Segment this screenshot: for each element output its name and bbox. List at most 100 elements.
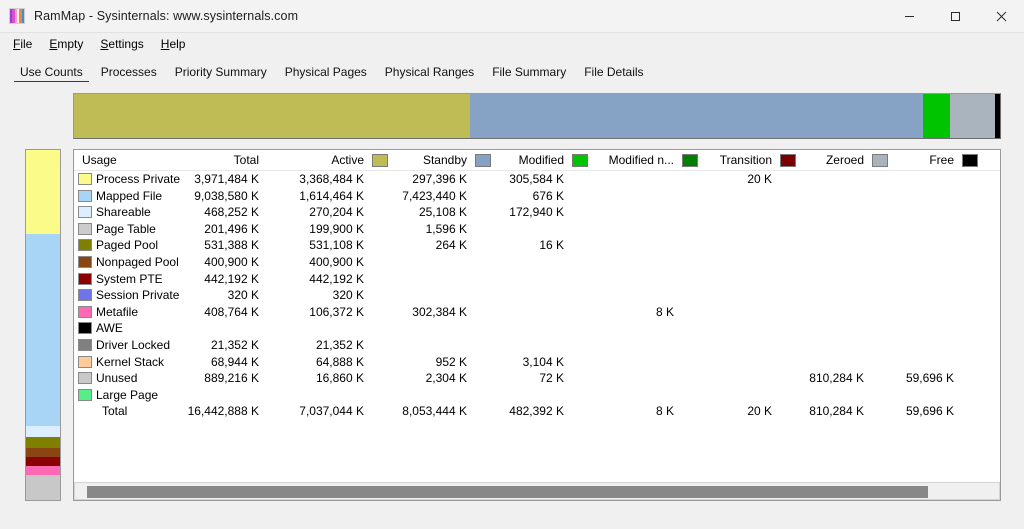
row-color-swatch-icon xyxy=(78,189,92,202)
cell-active: 320 K xyxy=(332,288,364,303)
cell-active: 16,860 K xyxy=(315,371,364,386)
window-title: RamMap - Sysinternals: www.sysinternals.… xyxy=(34,9,299,23)
table-row[interactable]: Metafile 408,764 K 106,372 K 302,384 K 8 K xyxy=(74,304,1000,321)
cell-modified: 172,940 K xyxy=(509,205,564,220)
table-total-row: Total 16,442,888 K 7,037,044 K 8,053,444 K4… xyxy=(74,403,1000,420)
column-free-swatch-icon xyxy=(962,154,978,167)
row-color-swatch-icon xyxy=(78,206,92,219)
use-counts-table: Usage Total Active Standby Modified Modified … xyxy=(74,150,1000,420)
row-usage-label: Large Page xyxy=(96,387,159,402)
horizontal-scrollbar[interactable] xyxy=(74,482,1000,500)
tab-bar: Use Counts Processes Priority Summary Physi… xyxy=(0,59,1024,83)
row-color-swatch-icon xyxy=(78,338,92,351)
row-color-swatch-icon xyxy=(78,388,92,401)
total-active: 7,037,044 K xyxy=(299,404,364,419)
row-color-swatch-icon xyxy=(78,255,92,268)
row-color-swatch-icon xyxy=(78,173,92,185)
cell-active: 199,900 K xyxy=(309,221,364,236)
tab-file-summary[interactable]: File Summary xyxy=(483,63,575,83)
cell-total: 3,971,484 K xyxy=(194,172,259,186)
tab-use-counts[interactable]: Use Counts xyxy=(11,63,92,83)
table-row[interactable]: Driver Locked 21,352 K 21,352 K xyxy=(74,337,1000,354)
scrollbar-thumb[interactable] xyxy=(87,486,928,498)
menu-bar: File Empty Settings Help xyxy=(0,33,1024,55)
cell-total: 468,252 K xyxy=(204,205,259,220)
table-row[interactable]: Large Page xyxy=(74,387,1000,404)
cell-modified: 16 K xyxy=(539,238,564,253)
row-usage-label: AWE xyxy=(96,321,123,336)
maximize-button[interactable] xyxy=(932,0,978,32)
row-usage-label: Metafile xyxy=(96,304,139,319)
menu-accelerator: H xyxy=(160,37,170,51)
cell-active: 3,368,484 K xyxy=(299,172,364,186)
table-row[interactable]: Paged Pool 531,388 K 531,108 K 264 K 16 K xyxy=(74,237,1000,254)
row-color-swatch-icon xyxy=(78,222,92,235)
table-row[interactable]: Process Private 3,971,484 K 3,368,484 K 297… xyxy=(74,171,1000,188)
table-header-row: Usage Total Active Standby Modified Modified … xyxy=(74,150,1000,171)
usage-color-strip xyxy=(25,149,61,501)
bar-segment-free xyxy=(995,94,1000,138)
column-active-header[interactable]: Active xyxy=(244,153,364,167)
icon-bar-5 xyxy=(21,9,24,23)
cell-total: 320 K xyxy=(227,288,259,303)
menu-settings[interactable]: Settings xyxy=(92,35,152,53)
row-usage-label: Unused xyxy=(96,371,138,386)
tab-file-details[interactable]: File Details xyxy=(575,63,652,83)
cell-active: 64,888 K xyxy=(315,354,364,369)
total-modified: 482,392 K xyxy=(509,404,564,419)
row-color-swatch-icon xyxy=(78,239,92,252)
cell-active: 1,614,464 K xyxy=(299,188,364,203)
cell-active: 442,192 K xyxy=(309,271,364,286)
table-row[interactable]: Page Table 201,496 K 199,900 K 1,596 K xyxy=(74,221,1000,238)
table-row[interactable]: Session Private 320 K 320 K xyxy=(74,287,1000,304)
cell-total: 68,944 K xyxy=(210,354,259,369)
cell-modified: 72 K xyxy=(539,371,564,386)
close-button[interactable] xyxy=(978,0,1024,32)
tab-physical-pages[interactable]: Physical Pages xyxy=(276,63,376,83)
cell-transition: 20 K xyxy=(747,172,772,186)
table-row[interactable]: Mapped File 9,038,580 K 1,614,464 K 7,423,4… xyxy=(74,188,1000,205)
table-row[interactable]: System PTE 442,192 K 442,192 K xyxy=(74,271,1000,288)
strip-segment-nonpaged-pool xyxy=(26,448,60,457)
total-free: 59,696 K xyxy=(905,404,954,419)
menu-accelerator: F xyxy=(13,37,21,51)
strip-segment-metafile xyxy=(26,466,60,476)
strip-segment-unused xyxy=(26,475,60,500)
table-row[interactable]: Unused 889,216 K 16,860 K 2,304 K 72 K 810,28… xyxy=(74,370,1000,387)
cell-modified: 305,584 K xyxy=(509,172,564,186)
column-total-header[interactable]: Total xyxy=(139,153,259,167)
cell-active: 531,108 K xyxy=(309,238,364,253)
cell-total: 400,900 K xyxy=(204,254,259,269)
tab-processes[interactable]: Processes xyxy=(92,63,166,83)
minimize-button[interactable] xyxy=(886,0,932,32)
tab-physical-ranges[interactable]: Physical Ranges xyxy=(376,63,483,83)
rammap-icon xyxy=(9,8,25,24)
title-bar: RamMap - Sysinternals: www.sysinternals.… xyxy=(0,0,1024,33)
column-modified-header[interactable]: Modified xyxy=(444,153,564,167)
menu-help[interactable]: Help xyxy=(153,35,195,53)
cell-total: 21,352 K xyxy=(210,337,259,352)
cell-total: 442,192 K xyxy=(204,271,259,286)
bar-segment-standby xyxy=(470,94,924,138)
strip-segment-process-private xyxy=(26,150,60,235)
cell-standby: 302,384 K xyxy=(412,304,467,319)
tab-priority-summary[interactable]: Priority Summary xyxy=(166,63,276,83)
cell-standby: 1,596 K xyxy=(425,221,467,236)
cell-total: 201,496 K xyxy=(204,221,259,236)
table-row[interactable]: AWE xyxy=(74,320,1000,337)
menu-file[interactable]: File xyxy=(5,35,41,53)
row-color-swatch-icon xyxy=(78,355,92,368)
column-usage-header[interactable]: Usage xyxy=(82,153,117,167)
column-free-header[interactable]: Free xyxy=(834,153,954,167)
cell-modified: 3,104 K xyxy=(522,354,564,369)
table-row[interactable]: Nonpaged Pool 400,900 K 400,900 K xyxy=(74,254,1000,271)
rammap-window: RamMap - Sysinternals: www.sysinternals.… xyxy=(0,0,1024,529)
row-color-swatch-icon xyxy=(78,372,92,385)
table-row[interactable]: Shareable 468,252 K 270,204 K 25,108 K 172,9… xyxy=(74,204,1000,221)
cell-total: 531,388 K xyxy=(204,238,259,253)
menu-empty[interactable]: Empty xyxy=(41,35,92,53)
row-color-swatch-icon xyxy=(78,289,92,302)
use-counts-panel[interactable]: Usage Total Active Standby Modified Modified … xyxy=(73,149,1001,501)
cell-active: 21,352 K xyxy=(315,337,364,352)
table-row[interactable]: Kernel Stack 68,944 K 64,888 K 952 K 3,104 K xyxy=(74,354,1000,371)
